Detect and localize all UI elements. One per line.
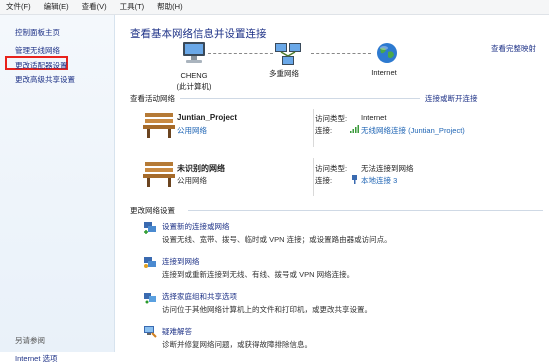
node-internet [370,40,430,68]
network-2-name: 未识别的网络 [177,164,225,173]
node-multiple-networks [268,40,328,68]
sidebar-item-manage-wireless[interactable]: 管理无线网络 [15,45,60,56]
sidebar-item-internet-options[interactable]: Internet 选项 [15,353,58,364]
map-link-2 [311,53,371,54]
sidebar-item-change-adapter[interactable]: 更改适配器设置 [15,60,68,71]
network-1-separator [313,109,314,147]
network-2-separator [313,158,314,196]
section-divider [188,210,543,211]
network-1-access-value: Internet [361,113,387,122]
network-1-type[interactable]: 公用网络 [177,125,207,136]
task-troubleshoot-desc: 诊断并修复网络问题，或获得故障排除信息。 [162,340,312,349]
network-2-access-label: 访问类型: [315,164,348,173]
network-2-conn-label: 连接: [315,176,333,185]
connect-network-icon [144,257,156,268]
task-connect-network-desc: 连接到或重新连接到无线、有线、拨号或 VPN 网络连接。 [162,270,355,279]
computer-icon [183,42,205,63]
node-this-computer-sub: (此计算机) [176,82,212,91]
node-this-computer-name: CHENG [180,71,208,80]
troubleshoot-icon [144,326,157,338]
node-multiple-networks-name: 多重网络 [269,69,299,78]
active-networks-heading: 查看活动网络 [130,94,175,103]
network-2-access-value: 无法连接到网络 [361,164,414,173]
page-title: 查看基本网络信息并设置连接 [130,28,267,40]
task-troubleshoot-link[interactable]: 疑难解答 [162,326,192,337]
new-connection-icon [144,222,156,234]
ethernet-icon [352,175,357,184]
sidebar-item-control-panel-home[interactable]: 控制面板主页 [15,27,60,38]
network-1-access-label: 访问类型: [315,114,348,123]
menu-view[interactable]: 查看(V) [76,0,114,14]
menu-help[interactable]: 帮助(H) [151,0,189,14]
menu-edit[interactable]: 编辑(E) [38,0,76,14]
bench-icon [143,162,175,187]
see-also-heading: 另请参阅 [15,336,45,345]
wifi-signal-icon [350,125,359,133]
bench-icon [143,113,175,138]
network-2-conn-link[interactable]: 本地连接 3 [361,175,397,186]
network-1-conn-label: 连接: [315,126,333,135]
task-homegroup-desc: 访问位于其他网络计算机上的文件和打印机，或更改共享设置。 [162,305,372,314]
map-link-1 [208,53,273,54]
sidebar: 控制面板主页 管理无线网络 更改适配器设置 更改高级共享设置 另请参阅 Inte… [0,15,115,363]
network-2-type: 公用网络 [177,176,207,185]
node-internet-name: Internet [371,68,397,77]
task-homegroup-link[interactable]: 选择家庭组和共享选项 [162,291,237,302]
section-divider [180,98,420,99]
network-1-conn-link[interactable]: 无线网络连接 (Juntian_Project) [361,125,465,136]
menu-tools[interactable]: 工具(T) [114,0,152,14]
homegroup-icon [144,293,156,304]
connect-disconnect-link[interactable]: 连接或断开连接 [425,93,478,104]
network-1-name: Juntian_Project [177,113,238,122]
globe-icon [377,43,397,63]
task-new-connection-link[interactable]: 设置新的连接或网络 [162,221,230,232]
network-icon [275,43,301,65]
menu-file[interactable]: 文件(F) [0,0,38,14]
view-full-map-link[interactable]: 查看完整映射 [491,43,536,54]
sidebar-item-advanced-sharing[interactable]: 更改高级共享设置 [15,74,75,85]
task-new-connection-desc: 设置无线、宽带、拨号、临时或 VPN 连接；或设置路由器或访问点。 [162,235,392,244]
node-this-computer [164,40,224,68]
task-connect-network-link[interactable]: 连接到网络 [162,256,200,267]
menu-bar: 文件(F) 编辑(E) 查看(V) 工具(T) 帮助(H) [0,0,549,15]
change-settings-heading: 更改网络设置 [130,206,175,215]
main-panel: 查看基本网络信息并设置连接 查看完整映射 CHENG (此计算机) 多重网络 I… [116,15,549,352]
